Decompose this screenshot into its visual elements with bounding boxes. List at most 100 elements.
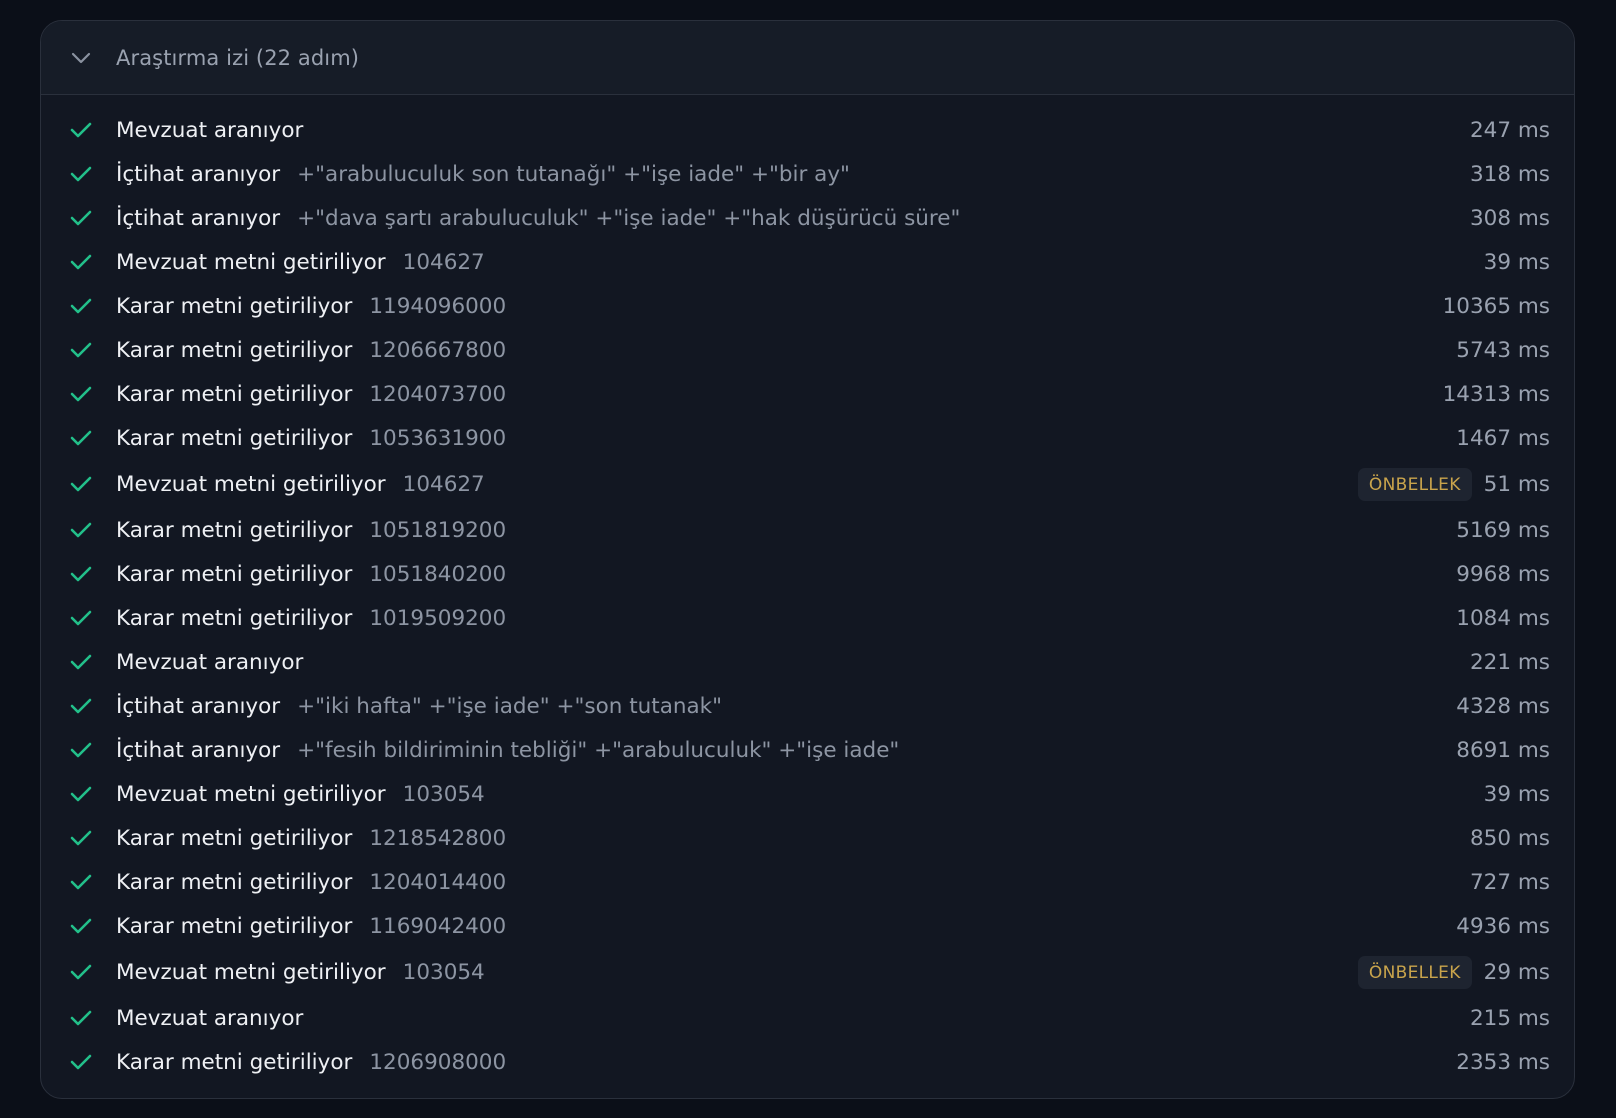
step-label: Karar metni getiriliyor <box>116 381 353 407</box>
step-detail: +"fesih bildiriminin tebliği" +"arabuluc… <box>297 737 900 763</box>
list-item: İçtihat aranıyor +"fesih bildiriminin teb… <box>41 728 1574 772</box>
step-duration: 308 ms <box>1469 205 1550 231</box>
step-detail: +"dava şartı arabuluculuk" +"işe iade" +… <box>297 205 961 231</box>
step-detail: 1204014400 <box>369 869 507 895</box>
step-label: Mevzuat metni getiriliyor <box>116 249 386 275</box>
step-detail: 1051840200 <box>369 561 507 587</box>
step-label: Karar metni getiriliyor <box>116 561 353 587</box>
step-label: Karar metni getiriliyor <box>116 913 353 939</box>
list-item: İçtihat aranıyor +"iki hafta" +"işe iade"… <box>41 684 1574 728</box>
step-detail: 1053631900 <box>369 425 507 451</box>
step-meta: 8691 ms <box>1456 728 1550 772</box>
step-duration: 2353 ms <box>1456 1049 1550 1075</box>
step-label: Mevzuat aranıyor <box>116 1005 304 1031</box>
step-meta: 4936 ms <box>1456 904 1550 948</box>
check-icon <box>68 737 94 763</box>
step-detail: 103054 <box>402 781 485 807</box>
step-duration: 221 ms <box>1469 649 1550 675</box>
step-meta: 9968 ms <box>1456 552 1550 596</box>
step-duration: 4328 ms <box>1456 693 1550 719</box>
step-meta: 2353 ms <box>1456 1040 1550 1084</box>
check-icon <box>68 161 94 187</box>
step-detail: 104627 <box>402 249 485 275</box>
research-trace-toggle[interactable]: Araştırma izi (22 adım) <box>41 21 1574 95</box>
check-icon <box>68 205 94 231</box>
list-item: Karar metni getiriliyor 1019509200 1084 ms <box>41 596 1574 640</box>
step-detail: 1051819200 <box>369 517 507 543</box>
step-label: İçtihat aranıyor <box>116 161 281 187</box>
list-item: Mevzuat aranıyor 247 ms <box>41 108 1574 152</box>
check-icon <box>68 913 94 939</box>
check-icon <box>68 649 94 675</box>
check-icon <box>68 337 94 363</box>
step-label: Mevzuat aranıyor <box>116 117 304 143</box>
step-duration: 4936 ms <box>1456 913 1550 939</box>
step-duration: 1467 ms <box>1456 425 1550 451</box>
step-label: İçtihat aranıyor <box>116 737 281 763</box>
step-label: Karar metni getiriliyor <box>116 1049 353 1075</box>
list-item: Mevzuat metni getiriliyor 104627 39 ms <box>41 240 1574 284</box>
list-item: Karar metni getiriliyor 1051819200 5169 ms <box>41 508 1574 552</box>
step-duration: 10365 ms <box>1442 293 1550 319</box>
chevron-down-icon[interactable] <box>68 45 94 71</box>
step-duration: 9968 ms <box>1456 561 1550 587</box>
check-icon <box>68 517 94 543</box>
step-label: Karar metni getiriliyor <box>116 825 353 851</box>
check-icon <box>68 693 94 719</box>
step-duration: 14313 ms <box>1442 381 1550 407</box>
step-meta: 5169 ms <box>1456 508 1550 552</box>
step-label: İçtihat aranıyor <box>116 693 281 719</box>
step-meta: 1084 ms <box>1456 596 1550 640</box>
step-label: Mevzuat aranıyor <box>116 649 304 675</box>
step-duration: 850 ms <box>1469 825 1550 851</box>
step-label: Karar metni getiriliyor <box>116 425 353 451</box>
list-item: Mevzuat metni getiriliyor 103054 39 ms <box>41 772 1574 816</box>
cache-badge: ÖNBELLEK <box>1357 955 1472 989</box>
list-item: İçtihat aranıyor +"dava şartı arabuluculu… <box>41 196 1574 240</box>
step-duration: 29 ms <box>1483 959 1550 985</box>
step-duration: 215 ms <box>1469 1005 1550 1031</box>
list-item: Karar metni getiriliyor 1204014400 727 ms <box>41 860 1574 904</box>
step-meta: 215 ms <box>1470 996 1550 1040</box>
step-duration: 727 ms <box>1469 869 1550 895</box>
step-meta: 318 ms <box>1470 152 1550 196</box>
list-item: Karar metni getiriliyor 1206908000 2353 ms <box>41 1040 1574 1084</box>
list-item: Karar metni getiriliyor 1194096000 10365 m… <box>41 284 1574 328</box>
step-label: Mevzuat metni getiriliyor <box>116 959 386 985</box>
step-duration: 8691 ms <box>1456 737 1550 763</box>
step-meta: 39 ms <box>1484 772 1550 816</box>
step-label: Karar metni getiriliyor <box>116 337 353 363</box>
step-detail: +"arabuluculuk son tutanağı" +"işe iade"… <box>297 161 850 187</box>
step-label: İçtihat aranıyor <box>116 205 281 231</box>
step-label: Mevzuat metni getiriliyor <box>116 781 386 807</box>
step-meta: ÖNBELLEK 51 ms <box>1357 460 1550 508</box>
step-duration: 39 ms <box>1483 249 1550 275</box>
step-detail: 104627 <box>402 471 485 497</box>
step-detail: 1218542800 <box>369 825 507 851</box>
cache-badge: ÖNBELLEK <box>1357 467 1472 501</box>
step-duration: 318 ms <box>1469 161 1550 187</box>
step-duration: 39 ms <box>1483 781 1550 807</box>
list-item: Karar metni getiriliyor 1206667800 5743 ms <box>41 328 1574 372</box>
research-trace-title: Araştırma izi (22 adım) <box>116 45 360 70</box>
step-meta: 14313 ms <box>1443 372 1550 416</box>
step-detail: +"iki hafta" +"işe iade" +"son tutanak" <box>297 693 723 719</box>
list-item: Mevzuat metni getiriliyor 103054 ÖNBELLEK 2… <box>41 948 1574 996</box>
check-icon <box>68 1049 94 1075</box>
step-meta: 221 ms <box>1470 640 1550 684</box>
check-icon <box>68 959 94 985</box>
check-icon <box>68 425 94 451</box>
step-label: Mevzuat metni getiriliyor <box>116 471 386 497</box>
check-icon <box>68 825 94 851</box>
step-meta: 1467 ms <box>1456 416 1550 460</box>
list-item: Karar metni getiriliyor 1169042400 4936 ms <box>41 904 1574 948</box>
step-meta: 4328 ms <box>1456 684 1550 728</box>
step-meta: 39 ms <box>1484 240 1550 284</box>
check-icon <box>68 471 94 497</box>
list-item: Mevzuat aranıyor 215 ms <box>41 996 1574 1040</box>
check-icon <box>68 293 94 319</box>
step-detail: 1206908000 <box>369 1049 507 1075</box>
research-trace-panel: Araştırma izi (22 adım) Mevzuat aranıyor… <box>40 20 1575 1099</box>
step-meta: 10365 ms <box>1443 284 1550 328</box>
step-duration: 1084 ms <box>1456 605 1550 631</box>
